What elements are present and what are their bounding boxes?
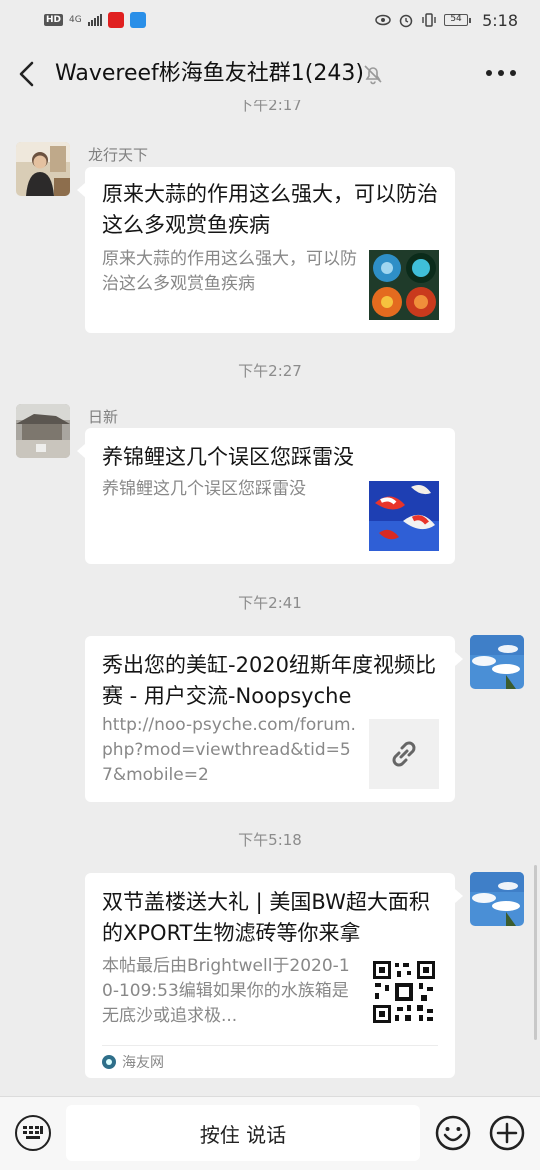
timestamp: 下午2:41 bbox=[238, 594, 302, 612]
timestamp: 下午2:17 bbox=[238, 100, 302, 114]
sender-name: 龙行天下 bbox=[88, 146, 149, 164]
chat-header: Wavereef彬海鱼友社群1(243) bbox=[0, 44, 540, 104]
card-description: 本帖最后由Brightwell于2020-10-109:53编辑如果你的水族箱是… bbox=[102, 956, 350, 1026]
source-name: 海友网 bbox=[122, 1055, 164, 1071]
link-icon bbox=[392, 741, 416, 767]
card-thumbnail bbox=[369, 481, 439, 551]
avatar[interactable] bbox=[470, 872, 524, 926]
card-description: 原来大蒜的作用这么强大，可以防治这么多观赏鱼疾病 bbox=[102, 249, 357, 294]
plus-icon[interactable] bbox=[489, 1115, 525, 1151]
chat-title: Wavereef彬海鱼友社群1(243) bbox=[55, 61, 364, 86]
keyboard-icon[interactable] bbox=[15, 1115, 51, 1151]
link-thumbnail bbox=[369, 719, 439, 789]
status-bar: HD 4G 54 5:18 bbox=[0, 0, 540, 40]
timestamp: 下午2:27 bbox=[238, 362, 302, 380]
eye-icon bbox=[375, 12, 391, 28]
card-source: 海友网 bbox=[102, 1052, 164, 1072]
alarm-icon bbox=[398, 12, 414, 28]
bell-muted-icon bbox=[362, 63, 384, 85]
hd-badge: HD bbox=[44, 14, 64, 26]
news-app-icon bbox=[107, 12, 124, 28]
card-title: 双节盖楼送大礼 | 美国BW超大面积的XPORT生物滤砖等你来拿 bbox=[102, 890, 430, 945]
more-dots-icon[interactable] bbox=[486, 70, 516, 78]
input-bar: 按住 说话 bbox=[0, 1096, 540, 1170]
battery-level: 54 bbox=[444, 14, 469, 26]
send-app-icon bbox=[129, 12, 146, 28]
link-card[interactable]: 原来大蒜的作用这么强大，可以防治这么多观赏鱼疾病 原来大蒜的作用这么强大，可以防… bbox=[85, 167, 455, 333]
avatar[interactable] bbox=[16, 404, 70, 458]
status-left: HD 4G bbox=[44, 12, 146, 28]
vibrate-icon bbox=[421, 12, 437, 28]
qr-code-icon bbox=[371, 959, 437, 1025]
article-card[interactable]: 双节盖楼送大礼 | 美国BW超大面积的XPORT生物滤砖等你来拿 本帖最后由Br… bbox=[85, 873, 455, 1078]
avatar[interactable] bbox=[16, 142, 70, 196]
clock: 5:18 bbox=[482, 10, 518, 30]
timestamp: 下午5:18 bbox=[238, 831, 302, 849]
avatar[interactable] bbox=[470, 635, 524, 689]
link-card[interactable]: 秀出您的美缸-2020纽斯年度视频比赛 - 用户交流-Noopsyche htt… bbox=[85, 636, 455, 802]
link-card[interactable]: 养锦鲤这几个误区您踩雷没 养锦鲤这几个误区您踩雷没 bbox=[85, 428, 455, 564]
emoji-icon[interactable] bbox=[435, 1115, 471, 1151]
source-logo-icon bbox=[102, 1055, 116, 1069]
battery-icon: 54 bbox=[444, 14, 472, 26]
card-divider bbox=[102, 1045, 438, 1046]
card-thumbnail bbox=[369, 250, 439, 320]
card-description: 养锦鲤这几个误区您踩雷没 bbox=[102, 479, 306, 499]
back-arrow-icon[interactable] bbox=[16, 60, 38, 88]
card-title: 养锦鲤这几个误区您踩雷没 bbox=[102, 445, 354, 469]
card-title: 秀出您的美缸-2020纽斯年度视频比赛 - 用户交流-Noopsyche bbox=[102, 653, 437, 708]
sender-name: 日新 bbox=[88, 408, 119, 426]
status-right: 54 5:18 bbox=[375, 11, 518, 30]
network-type: 4G bbox=[69, 15, 82, 25]
signal-icon bbox=[87, 14, 102, 26]
scrollbar[interactable] bbox=[534, 865, 537, 1040]
card-description: http://noo-psyche.com/forum.php?mod=view… bbox=[102, 715, 356, 785]
card-title: 原来大蒜的作用这么强大，可以防治这么多观赏鱼疾病 bbox=[102, 182, 438, 237]
chat-screen: HD 4G 54 5:18 Wavereef彬海鱼友社群1(243) 下午2:1… bbox=[0, 0, 540, 1170]
hold-to-talk-button[interactable]: 按住 说话 bbox=[66, 1105, 420, 1161]
